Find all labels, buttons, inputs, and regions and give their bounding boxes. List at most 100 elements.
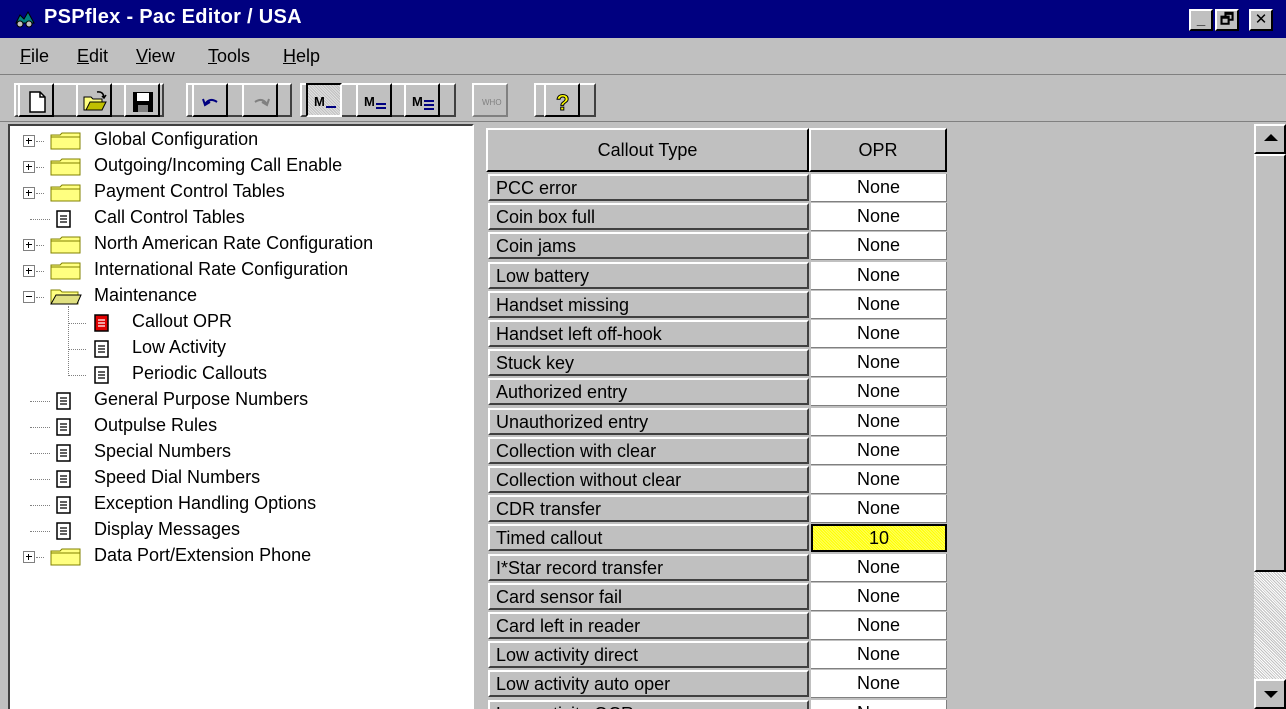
row-header[interactable]: I*Star record transfer: [488, 554, 809, 581]
who-button[interactable]: WHO: [472, 83, 508, 117]
opr-cell[interactable]: None: [811, 232, 947, 260]
navigation-tree[interactable]: Global Configuration Outgoing/Incoming Ca…: [8, 124, 474, 709]
menu-file[interactable]: File: [20, 46, 49, 67]
tree-item-speed-dial-numbers[interactable]: Speed Dial Numbers: [10, 466, 470, 492]
svg-text:M: M: [412, 94, 423, 109]
tree-item-international-rate-configuration[interactable]: International Rate Configuration: [10, 258, 470, 284]
opr-cell[interactable]: None: [811, 378, 947, 406]
help-button[interactable]: ?: [544, 83, 580, 117]
opr-cell[interactable]: None: [811, 437, 947, 465]
scroll-track[interactable]: [1254, 572, 1286, 679]
tree-item-global-configuration[interactable]: Global Configuration: [10, 128, 470, 154]
tree-item-payment-control-tables[interactable]: Payment Control Tables: [10, 180, 470, 206]
opr-cell[interactable]: None: [811, 670, 947, 698]
opr-cell[interactable]: None: [811, 583, 947, 611]
open-button[interactable]: [76, 83, 112, 117]
tree-branch-line: [30, 505, 50, 506]
collapse-minus-icon[interactable]: [23, 291, 35, 303]
tree-item-maintenance[interactable]: Maintenance: [10, 284, 470, 310]
active-document-icon: [94, 314, 109, 332]
menu-tools[interactable]: Tools: [208, 46, 250, 67]
row-header[interactable]: Handset left off-hook: [488, 320, 809, 347]
folder-icon: [50, 548, 81, 566]
view-mode-2-button[interactable]: M: [356, 83, 392, 117]
opr-cell[interactable]: None: [811, 203, 947, 231]
new-button[interactable]: [18, 83, 54, 117]
tree-item-outpulse-rules[interactable]: Outpulse Rules: [10, 414, 470, 440]
opr-cell[interactable]: None: [811, 641, 947, 669]
splitter[interactable]: [474, 124, 484, 709]
row-header[interactable]: Low battery: [488, 262, 809, 289]
row-header[interactable]: Card sensor fail: [488, 583, 809, 610]
tree-item-display-messages[interactable]: Display Messages: [10, 518, 470, 544]
callout-grid: Callout Type OPR PCC error None Coin box f…: [484, 124, 1254, 709]
row-header[interactable]: Timed callout: [488, 524, 809, 551]
expand-plus-icon[interactable]: [23, 265, 35, 277]
opr-cell[interactable]: None: [811, 408, 947, 436]
opr-cell[interactable]: None: [811, 612, 947, 640]
row-header[interactable]: Low activity direct: [488, 641, 809, 668]
opr-cell[interactable]: None: [811, 320, 947, 348]
minimize-button[interactable]: _: [1189, 9, 1213, 31]
menu-help[interactable]: Help: [283, 46, 320, 67]
view-mode-1-button[interactable]: M: [306, 83, 342, 117]
opr-cell[interactable]: None: [811, 262, 947, 290]
tree-item-periodic-callouts[interactable]: Periodic Callouts: [10, 362, 470, 388]
menu-view[interactable]: View: [136, 46, 175, 67]
help-icon: ?: [556, 90, 570, 116]
tree-item-data-port-extension-phone[interactable]: Data Port/Extension Phone: [10, 544, 470, 570]
expand-plus-icon[interactable]: [23, 187, 35, 199]
tree-item-general-purpose-numbers[interactable]: General Purpose Numbers: [10, 388, 470, 414]
row-header[interactable]: Collection with clear: [488, 437, 809, 464]
row-header[interactable]: Handset missing: [488, 291, 809, 318]
opr-cell[interactable]: None: [811, 466, 947, 494]
tree-item-special-numbers[interactable]: Special Numbers: [10, 440, 470, 466]
row-header[interactable]: Unauthorized entry: [488, 408, 809, 435]
row-header[interactable]: Coin jams: [488, 232, 809, 259]
row-header[interactable]: Collection without clear: [488, 466, 809, 493]
opr-cell[interactable]: None: [811, 349, 947, 377]
opr-cell[interactable]: None: [811, 700, 947, 709]
row-header[interactable]: Coin box full: [488, 203, 809, 230]
row-header[interactable]: Stuck key: [488, 349, 809, 376]
expand-plus-icon[interactable]: [23, 135, 35, 147]
opr-cell[interactable]: None: [811, 291, 947, 319]
expand-plus-icon[interactable]: [23, 239, 35, 251]
tree-item-outgoing-incoming-call-enable[interactable]: Outgoing/Incoming Call Enable: [10, 154, 470, 180]
header-callout-type[interactable]: Callout Type: [486, 128, 809, 172]
opr-cell[interactable]: None: [811, 554, 947, 582]
tree-item-call-control-tables[interactable]: Call Control Tables: [10, 206, 470, 232]
minimize-icon: _: [1196, 11, 1206, 28]
vertical-scrollbar[interactable]: [1254, 124, 1286, 709]
opr-cell[interactable]: None: [811, 495, 947, 523]
tree-branch-line: [36, 297, 44, 298]
save-button[interactable]: [124, 83, 160, 117]
row-header[interactable]: Low activity auto oper: [488, 670, 809, 697]
tree-branch-line: [30, 427, 50, 428]
expand-plus-icon[interactable]: [23, 551, 35, 563]
tree-item-callout-opr[interactable]: Callout OPR: [10, 310, 470, 336]
view-mode-3-button[interactable]: M: [404, 83, 440, 117]
restore-button[interactable]: 🗗: [1215, 9, 1239, 31]
header-opr[interactable]: OPR: [809, 128, 947, 172]
tree-branch-line: [30, 531, 50, 532]
opr-cell-selected[interactable]: 10: [811, 524, 947, 552]
scroll-up-button[interactable]: [1254, 124, 1286, 154]
close-button[interactable]: ✕: [1249, 9, 1273, 31]
row-header[interactable]: Low activity OCR: [488, 700, 809, 709]
tree-item-north-american-rate-configuration[interactable]: North American Rate Configuration: [10, 232, 470, 258]
opr-cell[interactable]: None: [811, 174, 947, 202]
row-header[interactable]: Authorized entry: [488, 378, 809, 405]
tree-item-low-activity[interactable]: Low Activity: [10, 336, 470, 362]
app-icon[interactable]: [14, 9, 36, 29]
tree-item-exception-handling-options[interactable]: Exception Handling Options: [10, 492, 470, 518]
row-header[interactable]: CDR transfer: [488, 495, 809, 522]
row-header[interactable]: PCC error: [488, 174, 809, 201]
expand-plus-icon[interactable]: [23, 161, 35, 173]
scroll-down-button[interactable]: [1254, 679, 1286, 709]
menu-edit[interactable]: Edit: [77, 46, 108, 67]
redo-button[interactable]: [242, 83, 278, 117]
scroll-thumb[interactable]: [1254, 154, 1286, 572]
undo-button[interactable]: [192, 83, 228, 117]
row-header[interactable]: Card left in reader: [488, 612, 809, 639]
